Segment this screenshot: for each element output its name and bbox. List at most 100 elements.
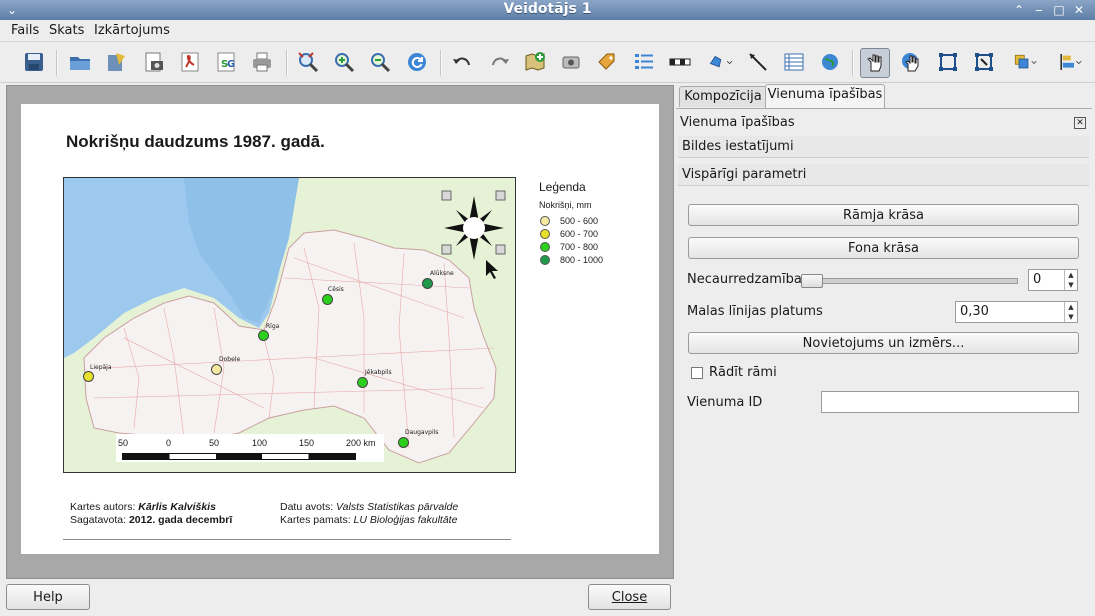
show-frame-label: Rādīt rāmi	[709, 365, 777, 380]
scale-label: 100	[252, 438, 268, 448]
scale-label: 50	[209, 438, 220, 448]
export-pdf-icon[interactable]	[176, 48, 204, 76]
print-icon[interactable]	[248, 48, 276, 76]
credits-base[interactable]: Kartes pamats: LU Bioloģijas fakultāte	[280, 514, 457, 526]
position-size-button[interactable]: Novietojums un izmērs...	[688, 332, 1079, 354]
legend-item: 500 - 600	[539, 214, 603, 227]
paper-page[interactable]: Nokrišņu daudzums 1987. gadā. 50 0 50 10…	[21, 104, 659, 554]
outline-width-label: Malas līnijas platums	[687, 304, 823, 319]
zoom-full-icon[interactable]	[294, 48, 322, 76]
city-label: Liepāja	[90, 364, 112, 371]
map-legend[interactable]: Leģenda Nokrišņi, mm 500 - 600 600 - 700…	[539, 180, 603, 266]
move-content-icon[interactable]	[897, 48, 925, 76]
city-point[interactable]	[422, 278, 433, 289]
scale-label: 0	[166, 438, 172, 448]
map-title[interactable]: Nokrišņu daudzums 1987. gadā.	[66, 132, 325, 152]
credits-source[interactable]: Datu avots: Valsts Statistikas pārvalde	[280, 501, 458, 513]
menu-skats[interactable]: Skats	[49, 23, 84, 38]
tab-pane: Vienuma īpašības ✕ Bildes iestatījumi Vi…	[676, 108, 1092, 581]
tab-vienuma-ipasibas[interactable]: Vienuma īpašības	[765, 84, 885, 109]
credits-author[interactable]: Kartes autors: Kārlis Kalviškis	[70, 501, 216, 513]
city-point[interactable]	[322, 294, 333, 305]
edit-nodes-icon[interactable]	[934, 48, 962, 76]
menu-izkartojums[interactable]: Izkārtojums	[94, 23, 170, 38]
composer-canvas[interactable]: Nokrišņu daudzums 1987. gadā. 50 0 50 10…	[6, 85, 674, 579]
save-icon[interactable]	[20, 48, 48, 76]
zoom-in-icon[interactable]	[330, 48, 358, 76]
export-image-icon[interactable]	[140, 48, 168, 76]
svg-text:G: G	[227, 59, 235, 70]
legend-title: Leģenda	[539, 180, 586, 194]
item-id-input[interactable]	[821, 391, 1079, 413]
add-map-icon[interactable]	[521, 48, 549, 76]
city-point[interactable]	[83, 371, 94, 382]
menu-bar: Fails Skats Izkārtojums	[0, 20, 1095, 42]
divider-line[interactable]	[63, 539, 511, 540]
close-button[interactable]: Close	[588, 584, 671, 610]
opacity-label: Necaurredzamība	[687, 272, 802, 287]
north-arrow-icon[interactable]	[444, 196, 504, 260]
add-table-icon[interactable]	[780, 48, 808, 76]
close-panel-icon[interactable]: ✕	[1074, 117, 1086, 129]
background-color-button[interactable]: Fona krāsa	[688, 237, 1079, 259]
opacity-slider[interactable]	[801, 271, 1020, 289]
open-template-icon[interactable]	[66, 48, 94, 76]
tab-kompozicija[interactable]: Kompozīcija	[679, 86, 767, 107]
city-point[interactable]	[258, 330, 269, 341]
legend-item: 700 - 800	[539, 240, 603, 253]
legend-subtitle: Nokrišņi, mm	[539, 200, 592, 210]
city-label: Daugavpils	[405, 429, 439, 436]
section-visparigi-parametri[interactable]: Vispārīgi parametri	[678, 164, 1089, 186]
outline-width-spinbox[interactable]: 0,30 ▲ ▼	[955, 301, 1078, 323]
legend-item: 800 - 1000	[539, 253, 603, 266]
add-arrow-icon[interactable]	[744, 48, 772, 76]
redo-icon[interactable]	[486, 48, 514, 76]
scale-label: 150	[299, 438, 315, 448]
zoom-out-icon[interactable]	[366, 48, 394, 76]
minimize-icon[interactable]: ‒	[1031, 2, 1047, 18]
slider-handle[interactable]	[801, 274, 823, 288]
add-shape-icon[interactable]	[702, 48, 738, 76]
section-bildes-iestatijumi[interactable]: Bildes iestatījumi	[678, 136, 1089, 158]
city-label: Cēsis	[328, 286, 344, 293]
city-label: Alūksne	[430, 270, 454, 277]
save-template-icon[interactable]	[102, 48, 130, 76]
item-id-label: Vienuma ID	[687, 395, 763, 410]
city-point[interactable]	[357, 377, 368, 388]
show-frame-checkbox[interactable]	[691, 367, 703, 379]
toolbar: SG	[0, 42, 1095, 83]
scale-label: 50	[118, 438, 129, 448]
help-button[interactable]: Help	[6, 584, 90, 610]
raise-items-icon[interactable]	[1006, 48, 1044, 76]
undo-icon[interactable]	[448, 48, 476, 76]
close-window-icon[interactable]: ✕	[1071, 2, 1087, 18]
add-html-icon[interactable]	[816, 48, 844, 76]
credits-prepared[interactable]: Sagatavota: 2012. gada decembrī	[70, 514, 232, 526]
scale-bar[interactable]: 50 0 50 100 150 200 km	[118, 438, 388, 464]
scale-label: 200 km	[346, 438, 376, 448]
select-move-icon[interactable]	[860, 48, 890, 78]
refresh-icon[interactable]	[403, 48, 431, 76]
legend-item: 600 - 700	[539, 227, 603, 240]
city-point[interactable]	[211, 364, 222, 375]
map-drawing	[64, 178, 506, 464]
city-label: Dobele	[219, 356, 241, 363]
frame-color-button[interactable]: Rāmja krāsa	[688, 204, 1079, 226]
move-item-icon[interactable]	[970, 48, 998, 76]
panel-header: Vienuma īpašības	[680, 115, 795, 130]
map-item[interactable]: 50 0 50 100 150 200 km Cēsis Alūksne Rīg…	[63, 177, 516, 473]
add-label-icon[interactable]	[593, 48, 621, 76]
add-scalebar-icon[interactable]	[666, 48, 694, 76]
window-shade-icon[interactable]: ⌃	[1011, 2, 1027, 18]
item-properties-panel: Kompozīcija Vienuma īpašības Vienuma īpa…	[676, 84, 1095, 581]
city-label: Rīga	[266, 323, 280, 330]
city-point[interactable]	[398, 437, 409, 448]
export-svg-icon[interactable]: SG	[212, 48, 240, 76]
add-legend-icon[interactable]	[630, 48, 658, 76]
menu-fails[interactable]: Fails	[11, 23, 39, 38]
window-title: Veidotājs 1	[503, 1, 592, 17]
maximize-icon[interactable]: □	[1051, 2, 1067, 18]
add-image-icon[interactable]	[557, 48, 585, 76]
opacity-spinbox[interactable]: 0 ▲ ▼	[1028, 269, 1078, 291]
align-items-icon[interactable]	[1052, 48, 1088, 76]
